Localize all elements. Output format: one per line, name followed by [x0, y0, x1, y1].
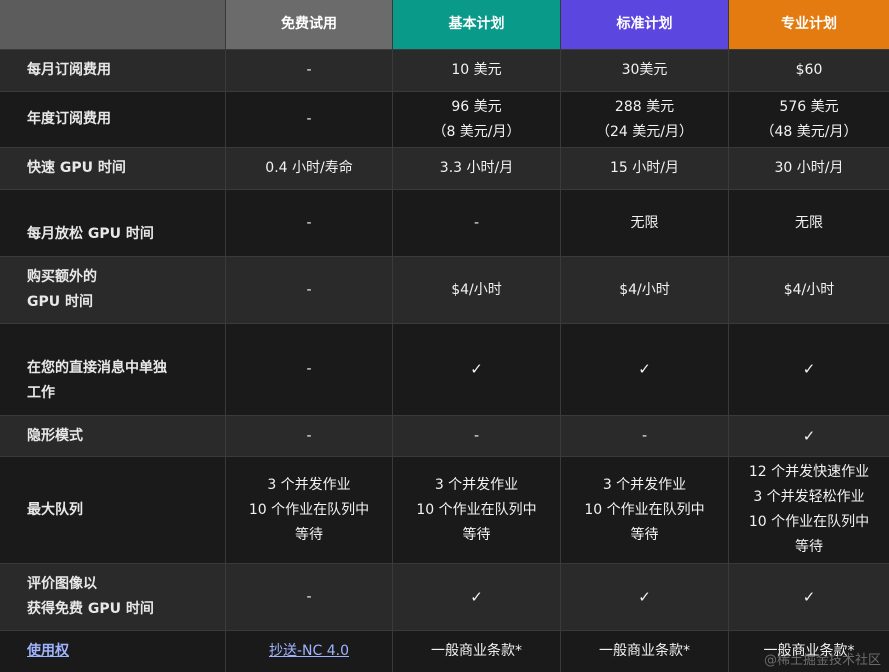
cell-free: 抄送-NC 4.0 — [226, 631, 393, 672]
check-icon: ✓ — [393, 564, 561, 630]
cell-basic: - — [393, 416, 561, 456]
cell-standard: 30美元 — [561, 50, 729, 91]
cell-pro: 无限 — [729, 190, 889, 256]
cell-standard: $4/小时 — [561, 257, 729, 323]
cc-nc-license-link[interactable]: 抄送-NC 4.0 — [269, 639, 349, 664]
cell-standard: - — [561, 416, 729, 456]
cell-basic: - — [393, 190, 561, 256]
cell-pro: 576 美元 （48 美元/月） — [729, 92, 889, 147]
row-label: 每月放松 GPU 时间 — [0, 190, 226, 256]
watermark: @稀土掘金技术社区 — [763, 653, 881, 668]
queue-line: 10 个作业在队列中 — [416, 501, 537, 518]
cell-basic: $4/小时 — [393, 257, 561, 323]
pricing-table: 免费试用 基本计划 标准计划 专业计划 每月订阅费用 - 10 美元 30美元 … — [0, 0, 889, 672]
price-per-month-line: （8 美元/月） — [432, 123, 521, 140]
cell-basic: 一般商业条款* — [393, 631, 561, 672]
row-label: 快速 GPU 时间 — [0, 148, 226, 189]
row-label: 最大队列 — [0, 457, 226, 563]
cell-free: - — [226, 92, 393, 147]
row-stealth-mode: 隐形模式 - - - ✓ — [0, 415, 889, 456]
row-label-line: 购买额外的 — [27, 269, 97, 285]
queue-line: 等待 — [630, 526, 659, 543]
header-pro-plan: 专业计划 — [729, 0, 889, 49]
queue-line: 等待 — [795, 539, 823, 555]
header-free-trial: 免费试用 — [226, 0, 393, 49]
row-label: 每月订阅费用 — [0, 50, 226, 91]
row-fast-gpu: 快速 GPU 时间 0.4 小时/寿命 3.3 小时/月 15 小时/月 30 … — [0, 147, 889, 189]
cell-pro: $4/小时 — [729, 257, 889, 323]
row-label: 年度订阅费用 — [0, 92, 226, 147]
cell-basic: 3.3 小时/月 — [393, 148, 561, 189]
queue-line: 3 个并发作业 — [267, 476, 351, 493]
cell-free: 3 个并发作业 10 个作业在队列中 等待 — [226, 457, 393, 563]
row-relax-gpu: 每月放松 GPU 时间 - - 无限 无限 — [0, 189, 889, 256]
cell-standard: 一般商业条款* — [561, 631, 729, 672]
check-icon: ✓ — [729, 564, 889, 630]
price-per-month-line: （48 美元/月） — [760, 123, 858, 140]
cell-free: 0.4 小时/寿命 — [226, 148, 393, 189]
row-label: 在您的直接消息中单独 工作 — [0, 324, 226, 415]
row-label: 隐形模式 — [0, 416, 226, 456]
usage-rights-link[interactable]: 使用权 — [0, 631, 226, 672]
row-label: 购买额外的 GPU 时间 — [0, 257, 226, 323]
cell-standard: 无限 — [561, 190, 729, 256]
check-icon: ✓ — [393, 324, 561, 415]
queue-line: 3 个并发作业 — [602, 476, 687, 493]
queue-line: 等待 — [295, 526, 323, 543]
cell-basic: 3 个并发作业 10 个作业在队列中 等待 — [393, 457, 561, 563]
queue-line: 3 个并发作业 — [434, 476, 519, 493]
queue-line: 10 个作业在队列中 — [248, 501, 370, 518]
row-monthly-fee: 每月订阅费用 - 10 美元 30美元 $60 — [0, 49, 889, 91]
header-empty-cell — [0, 0, 226, 49]
table-header-row: 免费试用 基本计划 标准计划 专业计划 — [0, 0, 889, 49]
row-label-line: 获得免费 GPU 时间 — [27, 601, 154, 617]
cell-standard: 288 美元 （24 美元/月） — [561, 92, 729, 147]
queue-line: 等待 — [462, 526, 491, 543]
row-label: 评价图像以 获得免费 GPU 时间 — [0, 564, 226, 630]
cell-free: - — [226, 416, 393, 456]
price-line: 576 美元 — [779, 98, 839, 115]
cell-pro: 30 小时/月 — [729, 148, 889, 189]
price-line: 288 美元 — [614, 98, 675, 115]
check-icon: ✓ — [729, 416, 889, 456]
cell-pro: 12 个并发快速作业 3 个并发轻松作业 10 个作业在队列中 等待 — [729, 457, 889, 563]
cell-free: - — [226, 324, 393, 415]
row-rate-images: 评价图像以 获得免费 GPU 时间 - ✓ ✓ ✓ — [0, 563, 889, 630]
header-basic-plan: 基本计划 — [393, 0, 561, 49]
check-icon: ✓ — [561, 564, 729, 630]
row-label-line: 在您的直接消息中单独 — [27, 360, 167, 376]
price-line: 96 美元 — [451, 98, 502, 115]
queue-line: 12 个并发快速作业 — [748, 464, 870, 480]
cell-basic: 96 美元 （8 美元/月） — [393, 92, 561, 147]
check-icon: ✓ — [561, 324, 729, 415]
row-dm-work: 在您的直接消息中单独 工作 - ✓ ✓ ✓ — [0, 323, 889, 415]
row-label-line: GPU 时间 — [27, 294, 93, 310]
cell-basic: 10 美元 — [393, 50, 561, 91]
cell-standard: 3 个并发作业 10 个作业在队列中 等待 — [561, 457, 729, 563]
cell-pro: $60 — [729, 50, 889, 91]
price-per-month-line: （24 美元/月） — [596, 123, 693, 140]
queue-line: 10 个作业在队列中 — [748, 514, 870, 530]
queue-line: 10 个作业在队列中 — [584, 501, 705, 518]
row-usage-rights: 使用权 抄送-NC 4.0 一般商业条款* 一般商业条款* 一般商业条款* — [0, 630, 889, 672]
header-standard-plan: 标准计划 — [561, 0, 729, 49]
row-extra-gpu: 购买额外的 GPU 时间 - $4/小时 $4/小时 $4/小时 — [0, 256, 889, 323]
row-max-queue: 最大队列 3 个并发作业 10 个作业在队列中 等待 3 个并发作业 10 个作… — [0, 456, 889, 563]
row-annual-fee: 年度订阅费用 - 96 美元 （8 美元/月） 288 美元 （24 美元/月）… — [0, 91, 889, 147]
row-label-line: 工作 — [27, 385, 55, 401]
queue-line: 3 个并发轻松作业 — [753, 489, 865, 505]
cell-standard: 15 小时/月 — [561, 148, 729, 189]
cell-free: - — [226, 564, 393, 630]
cell-free: - — [226, 50, 393, 91]
cell-free: - — [226, 257, 393, 323]
cell-free: - — [226, 190, 393, 256]
row-label-line: 评价图像以 — [27, 576, 97, 592]
check-icon: ✓ — [729, 324, 889, 415]
